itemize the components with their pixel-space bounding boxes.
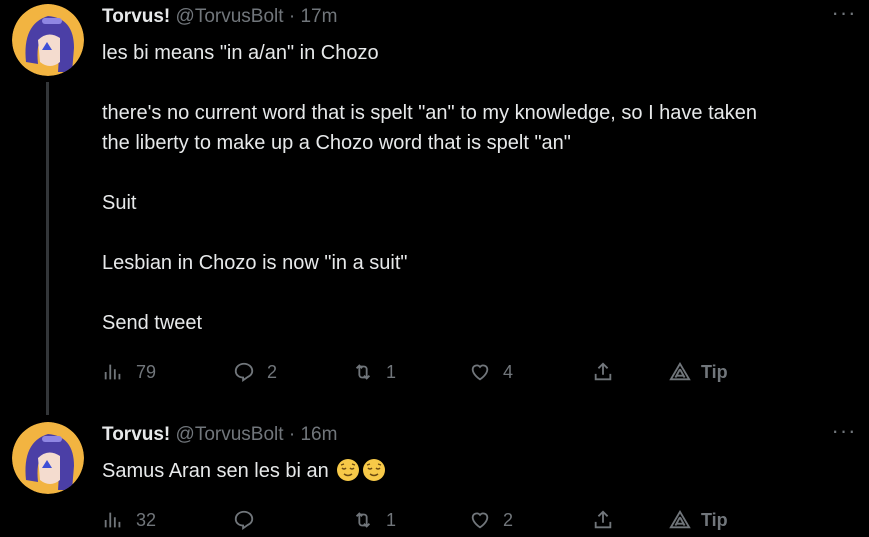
analytics-icon <box>104 364 121 380</box>
action-bar: 32 1 2 Tip <box>102 505 822 535</box>
tip-button[interactable]: Tip <box>669 357 728 387</box>
views-count: 79 <box>136 361 157 382</box>
tweet[interactable]: Torvus! @TorvusBolt · 16m ··· Samus Aran… <box>0 0 869 531</box>
action-bar: 79 2 1 4 Tip <box>102 357 822 387</box>
heart-icon <box>471 364 489 381</box>
text-line: Samus Aran sen les bi an <box>102 460 329 482</box>
views-count: 32 <box>136 509 157 530</box>
relieved-face-emoji <box>363 459 386 481</box>
reply-button[interactable]: 2 <box>233 357 277 387</box>
text-line: Suit <box>102 192 137 214</box>
text-line: the liberty to make up a Chozo word that… <box>102 132 571 154</box>
views-button[interactable]: 32 <box>102 505 156 535</box>
like-count: 2 <box>503 509 514 530</box>
analytics-icon <box>104 512 121 528</box>
text-line: Lesbian in Chozo is now "in a suit" <box>102 252 408 274</box>
user-handle[interactable]: @TorvusBolt <box>176 424 284 445</box>
text-line: Send tweet <box>102 312 203 334</box>
like-count: 4 <box>503 361 514 382</box>
thread-connector <box>46 82 49 415</box>
retweet-button[interactable]: 1 <box>352 357 396 387</box>
tweet-header: Torvus! @TorvusBolt · 16m <box>102 424 337 450</box>
reply-icon <box>234 362 254 383</box>
retweet-count: 1 <box>386 361 397 382</box>
tip-icon <box>669 361 691 381</box>
retweet-icon <box>355 364 371 380</box>
tip-button[interactable]: Tip <box>669 505 728 535</box>
tip-label: Tip <box>701 361 728 382</box>
share-icon <box>594 510 612 529</box>
share-icon <box>594 362 612 381</box>
separator: · <box>288 424 296 445</box>
share-button[interactable] <box>592 505 626 535</box>
more-options-icon[interactable]: ··· <box>831 420 857 442</box>
timestamp[interactable]: 16m <box>300 424 337 445</box>
share-button[interactable] <box>592 357 626 387</box>
views-button[interactable]: 79 <box>102 357 156 387</box>
reply-button[interactable] <box>233 505 267 535</box>
like-button[interactable]: 4 <box>469 357 513 387</box>
display-name[interactable]: Torvus! <box>102 424 170 445</box>
reply-count: 2 <box>267 361 278 382</box>
avatar[interactable] <box>12 422 84 494</box>
retweet-count: 1 <box>386 509 397 530</box>
like-button[interactable]: 2 <box>469 505 513 535</box>
retweet-button[interactable]: 1 <box>352 505 396 535</box>
tip-label: Tip <box>701 509 728 530</box>
relieved-face-emoji <box>337 459 360 481</box>
tweet-text: Samus Aran sen les bi an <box>102 456 852 486</box>
retweet-icon <box>355 512 371 528</box>
reply-icon <box>234 510 254 531</box>
tip-icon <box>669 509 691 529</box>
avatar-image <box>12 422 84 494</box>
heart-icon <box>471 512 489 529</box>
